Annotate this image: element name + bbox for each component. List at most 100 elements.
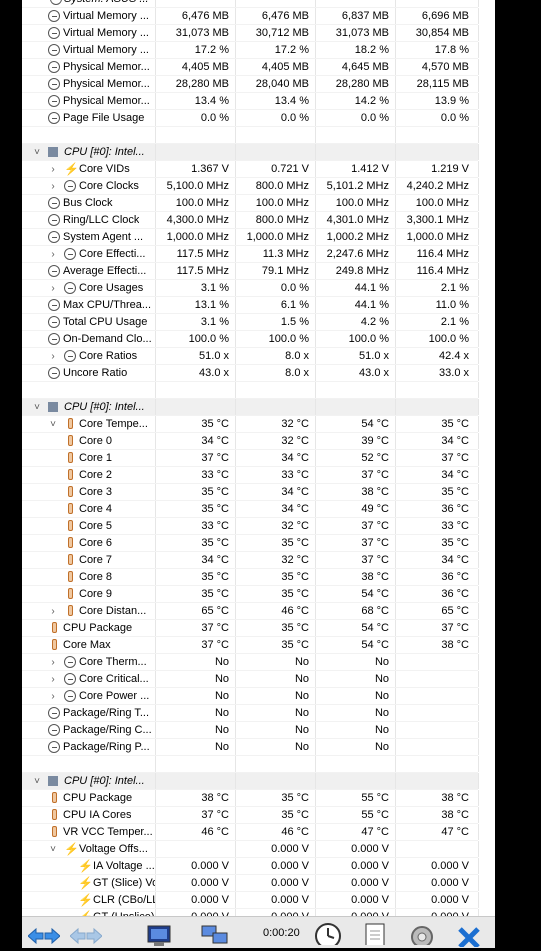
network-icon[interactable] [198, 923, 232, 947]
collapse-chevron-icon[interactable]: ˅ [48, 841, 58, 858]
sensor-row[interactable]: CPU IA Cores 37 °C 35 °C 55 °C 38 °C [22, 807, 479, 824]
sensor-row[interactable]: › Core Usages 3.1 % 0.0 % 44.1 % 2.1 % [22, 280, 479, 297]
sensor-row[interactable]: ⚡ IA Voltage ... 0.000 V 0.000 V 0.000 V 0.00… [22, 858, 479, 875]
current-value: 35 °C [201, 503, 229, 515]
sensor-row[interactable]: CPU Package 37 °C 35 °C 54 °C 37 °C [22, 620, 479, 637]
sensor-row[interactable]: Ring/LLC Clock 4,300.0 MHz 800.0 MHz 4,301.… [22, 212, 479, 229]
nav-arrows-icon[interactable] [28, 927, 60, 951]
sensor-row[interactable]: ˅ ⚡ Voltage Offs... 0.000 V 0.000 V [22, 841, 479, 858]
column-divider [315, 450, 316, 466]
sensor-group-header[interactable]: ˅ CPU [#0]: Intel... [22, 399, 479, 416]
expand-chevron-icon[interactable]: › [48, 280, 58, 297]
column-divider [395, 739, 396, 755]
sensor-row[interactable]: Virtual Memory ... 31,073 MB 30,712 MB 31,0… [22, 25, 479, 42]
column-divider [395, 586, 396, 602]
sensor-row[interactable]: Core 3 35 °C 34 °C 38 °C 35 °C [22, 484, 479, 501]
sensor-row[interactable]: ˅ Core Tempe... 35 °C 32 °C 54 °C 35 °C [22, 416, 479, 433]
column-divider [478, 263, 479, 279]
max-value: 0.0 % [360, 112, 389, 124]
sensor-row[interactable]: ⚡GT (Unslice)...0.000 V0.000 V0.000 V0.0… [22, 909, 479, 916]
tree-group-row[interactable]: System: ASUS ... [22, 0, 479, 8]
sensor-name: Core VIDs [79, 163, 130, 175]
sensor-row[interactable]: Virtual Memory ... 6,476 MB 6,476 MB 6,837 … [22, 8, 479, 25]
sensor-row[interactable]: Physical Memor... 28,280 MB 28,040 MB 28,28… [22, 76, 479, 93]
sensor-row[interactable]: › Core Critical... No No No [22, 671, 479, 688]
settings-icon[interactable] [406, 921, 438, 945]
sensor-name: Core 2 [79, 469, 113, 481]
expand-chevron-icon[interactable]: › [48, 161, 58, 178]
column-divider [155, 348, 156, 364]
collapse-chevron-icon[interactable]: ˅ [32, 144, 42, 161]
collapse-chevron-icon[interactable]: ˅ [32, 399, 42, 416]
sensor-row[interactable]: Package/Ring P... No No No [22, 739, 479, 756]
sensor-name: IA Voltage ... [93, 860, 155, 872]
sensor-row[interactable]: On-Demand Clo... 100.0 % 100.0 % 100.0 % 100… [22, 331, 479, 348]
sensor-row[interactable]: System Agent ... 1,000.0 MHz 1,000.0 MHz 1,… [22, 229, 479, 246]
monitor-icon[interactable] [144, 923, 174, 947]
sensor-row[interactable]: Average Effecti... 117.5 MHz 79.1 MHz 249.8… [22, 263, 479, 280]
expand-chevron-icon[interactable]: › [48, 654, 58, 671]
column-divider [155, 297, 156, 313]
sensor-row[interactable]: Core 0 34 °C 32 °C 39 °C 34 °C [22, 433, 479, 450]
sensor-row[interactable]: VR VCC Temper... 46 °C 46 °C 47 °C 47 °C [22, 824, 479, 841]
current-value: 34 °C [201, 435, 229, 447]
sensor-row[interactable]: CPU Package 38 °C 35 °C 55 °C 38 °C [22, 790, 479, 807]
sensor-row[interactable]: Core 7 34 °C 32 °C 37 °C 34 °C [22, 552, 479, 569]
collapse-chevron-icon[interactable]: ˅ [48, 416, 58, 433]
sensor-row[interactable]: Max CPU/Threa... 13.1 % 6.1 % 44.1 % 11.0 % [22, 297, 479, 314]
sensor-row[interactable]: Core 4 35 °C 34 °C 49 °C 36 °C [22, 501, 479, 518]
nav-arrows-disabled-icon[interactable] [70, 927, 102, 951]
sensor-row[interactable]: Core Max 37 °C 35 °C 54 °C 38 °C [22, 637, 479, 654]
sensor-row[interactable]: Core 8 35 °C 35 °C 38 °C 36 °C [22, 569, 479, 586]
sensor-row[interactable]: › Core Ratios 51.0 x 8.0 x 51.0 x 42.4 x [22, 348, 479, 365]
sensor-row[interactable]: Core 5 33 °C 32 °C 37 °C 33 °C [22, 518, 479, 535]
sensor-group-header[interactable]: ˅ CPU [#0]: Intel... [22, 773, 479, 790]
sensor-row[interactable]: Core 9 35 °C 35 °C 54 °C 36 °C [22, 586, 479, 603]
sensor-row[interactable]: Total CPU Usage 3.1 % 1.5 % 4.2 % 2.1 % [22, 314, 479, 331]
column-divider [315, 331, 316, 347]
expand-chevron-icon[interactable]: › [48, 348, 58, 365]
max-value: 54 °C [361, 588, 389, 600]
sensor-row[interactable]: Core 2 33 °C 33 °C 37 °C 34 °C [22, 467, 479, 484]
sensor-row[interactable]: Core 1 37 °C 34 °C 52 °C 37 °C [22, 450, 479, 467]
expand-chevron-icon[interactable]: › [48, 603, 58, 620]
sensor-row[interactable]: › ⚡ Core VIDs 1.367 V 0.721 V 1.412 V 1.219 V [22, 161, 479, 178]
expand-chevron-icon[interactable]: › [48, 688, 58, 705]
column-divider [478, 25, 479, 41]
column-divider [155, 76, 156, 92]
current-value: 117.5 MHz [176, 248, 229, 260]
sensor-row[interactable]: Package/Ring T... No No No [22, 705, 479, 722]
sensor-row[interactable]: › Core Power ... No No No [22, 688, 479, 705]
sensor-row[interactable]: › Core Therm... No No No [22, 654, 479, 671]
clock-icon [48, 707, 60, 719]
column-divider [478, 76, 479, 92]
sensor-row[interactable]: Page File Usage 0.0 % 0.0 % 0.0 % 0.0 % [22, 110, 479, 127]
expand-chevron-icon[interactable]: › [48, 246, 58, 263]
sensor-row[interactable]: Physical Memor... 13.4 % 13.4 % 14.2 % 13.9 … [22, 93, 479, 110]
sensor-row[interactable]: Physical Memor... 4,405 MB 4,405 MB 4,645 M… [22, 59, 479, 76]
sensor-row[interactable]: Package/Ring C... No No No [22, 722, 479, 739]
clock-icon[interactable] [310, 921, 346, 945]
sensor-row[interactable]: Core 6 35 °C 35 °C 37 °C 35 °C [22, 535, 479, 552]
sensor-row[interactable]: › Core Clocks 5,100.0 MHz 800.0 MHz 5,101.2 … [22, 178, 479, 195]
column-divider [395, 654, 396, 670]
report-icon[interactable] [362, 921, 390, 945]
column-divider [478, 246, 479, 262]
column-divider [478, 756, 479, 772]
sensor-row[interactable]: Bus Clock 100.0 MHz 100.0 MHz 100.0 MHz 100.… [22, 195, 479, 212]
column-divider [235, 382, 236, 398]
sensor-group-header[interactable]: ˅ CPU [#0]: Intel... [22, 144, 479, 161]
sensor-row[interactable]: Uncore Ratio 43.0 x 8.0 x 43.0 x 33.0 x [22, 365, 479, 382]
close-icon[interactable] [454, 923, 484, 947]
collapse-chevron-icon[interactable]: ˅ [32, 773, 42, 790]
sensor-row[interactable]: › Core Distan... 65 °C 46 °C 68 °C 65 °C [22, 603, 479, 620]
sensor-row[interactable]: Virtual Memory ... 17.2 % 17.2 % 18.2 % 17.8… [22, 42, 479, 59]
sensor-row[interactable]: › Core Effecti... 117.5 MHz 11.3 MHz 2,247.6… [22, 246, 479, 263]
sensor-row[interactable]: ⚡CLR (CBo/LL... 0.000 V 0.000 V 0.000 V 0.00… [22, 892, 479, 909]
average-value: 1.219 V [431, 163, 469, 175]
expand-chevron-icon[interactable]: › [48, 178, 58, 195]
sensor-name: Core 8 [79, 571, 113, 583]
column-divider [235, 909, 236, 916]
sensor-row[interactable]: ⚡GT (Slice) Vo... 0.000 V 0.000 V 0.000 V 0.… [22, 875, 479, 892]
expand-chevron-icon[interactable]: › [48, 671, 58, 688]
